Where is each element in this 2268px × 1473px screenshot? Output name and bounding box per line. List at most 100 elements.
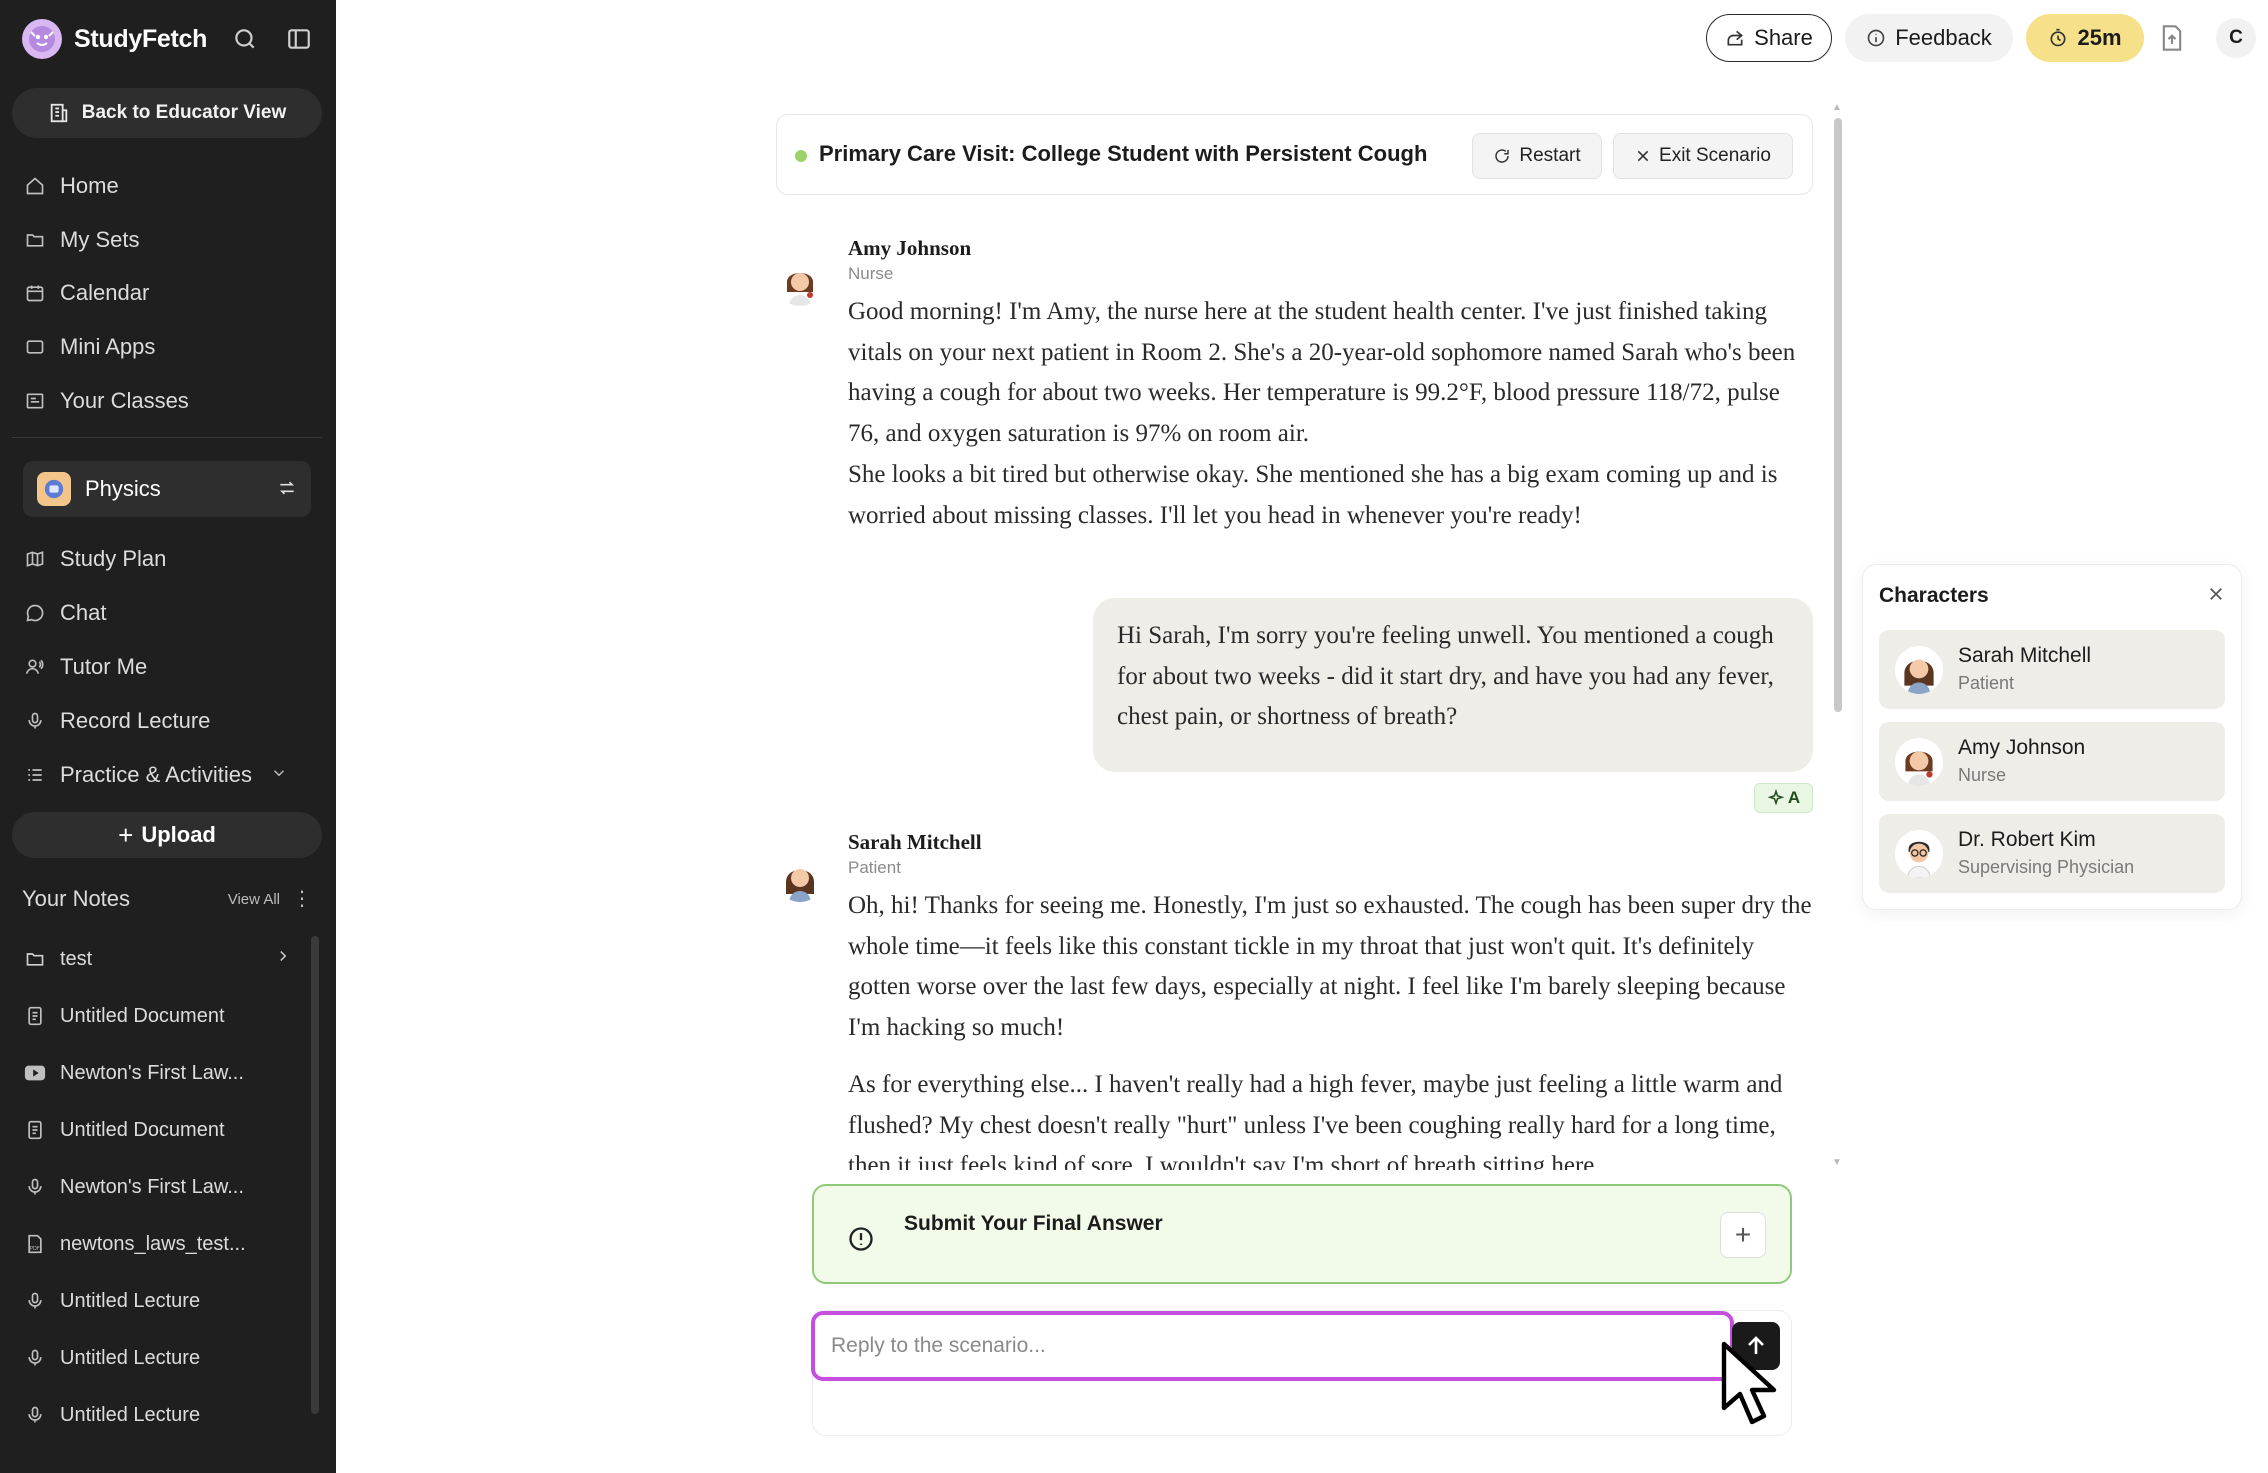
nav-label: Home: [60, 173, 119, 198]
message-role: Patient: [848, 858, 901, 877]
note-label: Untitled Document: [60, 1004, 225, 1027]
submit-final-answer-card[interactable]: Submit Your Final Answer +: [812, 1184, 1792, 1284]
chevron-down-icon[interactable]: [270, 762, 288, 788]
view-all-link[interactable]: View All: [228, 891, 280, 908]
character-name: Dr. Robert Kim: [1958, 828, 2096, 851]
message-text: Good morning! I'm Amy, the nurse here at…: [848, 292, 1816, 536]
note-item[interactable]: Untitled Lecture: [24, 1284, 294, 1318]
reply-input[interactable]: [811, 1311, 1734, 1381]
nav-item-mini-apps[interactable]: Mini Apps: [24, 329, 314, 365]
feedback-label: Feedback: [1895, 25, 1992, 50]
search-icon[interactable]: [228, 22, 262, 56]
app-name: StudyFetch: [74, 24, 208, 53]
notes-scrollbar[interactable]: [311, 936, 319, 1414]
notes-title: Your Notes: [22, 886, 131, 911]
notes-header: Your Notes View All ⋮: [22, 884, 312, 914]
note-item-folder[interactable]: test: [24, 942, 294, 976]
share-label: Share: [1754, 25, 1813, 50]
note-label: Newton's First Law...: [60, 1061, 244, 1084]
character-name: Sarah Mitchell: [1958, 644, 2092, 667]
svg-text:PDF: PDF: [30, 1246, 40, 1252]
chevron-right-icon[interactable]: [274, 947, 292, 971]
note-label: Untitled Lecture: [60, 1289, 201, 1312]
character-card[interactable]: Amy Johnson Nurse: [1879, 722, 2225, 801]
nav-item-study-plan[interactable]: Study Plan: [24, 541, 314, 577]
scroll-up-arrow[interactable]: ▲: [1832, 102, 1842, 113]
sidebar-divider: [12, 437, 322, 438]
swap-class-icon[interactable]: [277, 478, 297, 503]
note-label: Untitled Document: [60, 1118, 225, 1141]
studyfetch-logo-icon: [22, 19, 62, 59]
nav-item-calendar[interactable]: Calendar: [24, 275, 314, 311]
message-text: Oh, hi! Thanks for seeing me. Honestly, …: [848, 886, 1816, 1170]
note-label: test: [60, 947, 93, 970]
note-label: Untitled Lecture: [60, 1346, 201, 1369]
note-label: newtons_laws_test...: [60, 1232, 246, 1255]
back-button-label: Back to Educator View: [81, 102, 287, 123]
expand-submit-button[interactable]: +: [1720, 1212, 1766, 1258]
class-switcher[interactable]: Physics: [23, 461, 311, 517]
nav-label: My Sets: [60, 227, 140, 252]
patient-avatar: [777, 856, 823, 902]
submit-title: Submit Your Final Answer: [904, 1212, 1163, 1235]
alert-icon: [847, 1225, 875, 1258]
message-speaker: Sarah Mitchell: [848, 830, 982, 854]
microphone-icon: [24, 1404, 46, 1426]
feedback-button[interactable]: Feedback: [1845, 14, 2013, 62]
more-options-icon[interactable]: ⋮: [292, 889, 312, 909]
share-button[interactable]: Share: [1706, 14, 1832, 62]
nav-item-home[interactable]: Home: [24, 168, 314, 204]
nav-item-practice-activities[interactable]: Practice & Activities: [24, 757, 314, 793]
nav-item-your-classes[interactable]: Your Classes: [24, 383, 314, 419]
ai-assessment-badge[interactable]: A: [1754, 783, 1813, 813]
nav-item-chat[interactable]: Chat: [24, 595, 314, 631]
character-role: Nurse: [1958, 765, 2007, 785]
app-logo[interactable]: StudyFetch: [22, 18, 322, 60]
message-role: Nurse: [848, 264, 894, 283]
info-icon: [1867, 29, 1885, 47]
nav-item-record-lecture[interactable]: Record Lecture: [24, 703, 314, 739]
chat-thread: Amy Johnson Nurse Good morning! I'm Amy,…: [776, 100, 1826, 1170]
share-icon: [1727, 30, 1744, 46]
close-icon[interactable]: [2207, 585, 2225, 608]
note-item[interactable]: Newton's First Law...: [24, 1170, 294, 1204]
message-paragraph: As for everything else... I haven't real…: [848, 1070, 1783, 1170]
pdf-icon: PDF: [24, 1233, 46, 1255]
note-item[interactable]: Newton's First Law...: [24, 1056, 294, 1090]
upload-button[interactable]: + Upload: [12, 812, 322, 858]
user-message-bubble: Hi Sarah, I'm sorry you're feeling unwel…: [1093, 598, 1813, 772]
class-avatar-icon: [37, 472, 71, 506]
scroll-down-arrow[interactable]: ▼: [1832, 1157, 1842, 1168]
user-avatar[interactable]: C: [2216, 18, 2256, 58]
nav-item-tutor-me[interactable]: Tutor Me: [24, 649, 314, 685]
map-icon: [24, 548, 46, 570]
character-card[interactable]: Sarah Mitchell Patient: [1879, 630, 2225, 709]
character-card[interactable]: Dr. Robert Kim Supervising Physician: [1879, 814, 2225, 893]
sidebar-toggle-icon[interactable]: [282, 22, 316, 56]
plus-icon: +: [118, 819, 134, 850]
tutor-icon: [24, 656, 46, 678]
back-to-educator-view-button[interactable]: Back to Educator View: [12, 88, 322, 138]
message-paragraph: Oh, hi! Thanks for seeing me. Honestly, …: [848, 892, 1812, 1042]
note-item[interactable]: Untitled Document: [24, 1113, 294, 1147]
note-item[interactable]: Untitled Lecture: [24, 1341, 294, 1375]
current-class-name: Physics: [85, 476, 161, 501]
note-item[interactable]: Untitled Lecture: [24, 1398, 294, 1432]
classes-icon: [24, 390, 46, 412]
note-item[interactable]: PDF newtons_laws_test...: [24, 1227, 294, 1261]
characters-panel: Characters Sarah Mitchell Patient Amy Jo…: [1862, 564, 2242, 910]
chat-scrollbar[interactable]: [1834, 118, 1842, 712]
calendar-icon: [24, 282, 46, 304]
upload-file-icon[interactable]: [2160, 24, 2184, 57]
user-message-text: Hi Sarah, I'm sorry you're feeling unwel…: [1117, 622, 1774, 731]
nav-label: Mini Apps: [60, 334, 156, 359]
message-paragraph: Good morning! I'm Amy, the nurse here at…: [848, 298, 1796, 448]
nurse-avatar: [777, 260, 823, 306]
building-icon: [50, 103, 67, 123]
nav-label: Tutor Me: [60, 654, 148, 679]
nurse-avatar: [1895, 738, 1943, 786]
microphone-icon: [24, 1347, 46, 1369]
nav-item-my-sets[interactable]: My Sets: [24, 222, 314, 258]
timer-button[interactable]: 25m: [2026, 14, 2144, 62]
note-item[interactable]: Untitled Document: [24, 999, 294, 1033]
